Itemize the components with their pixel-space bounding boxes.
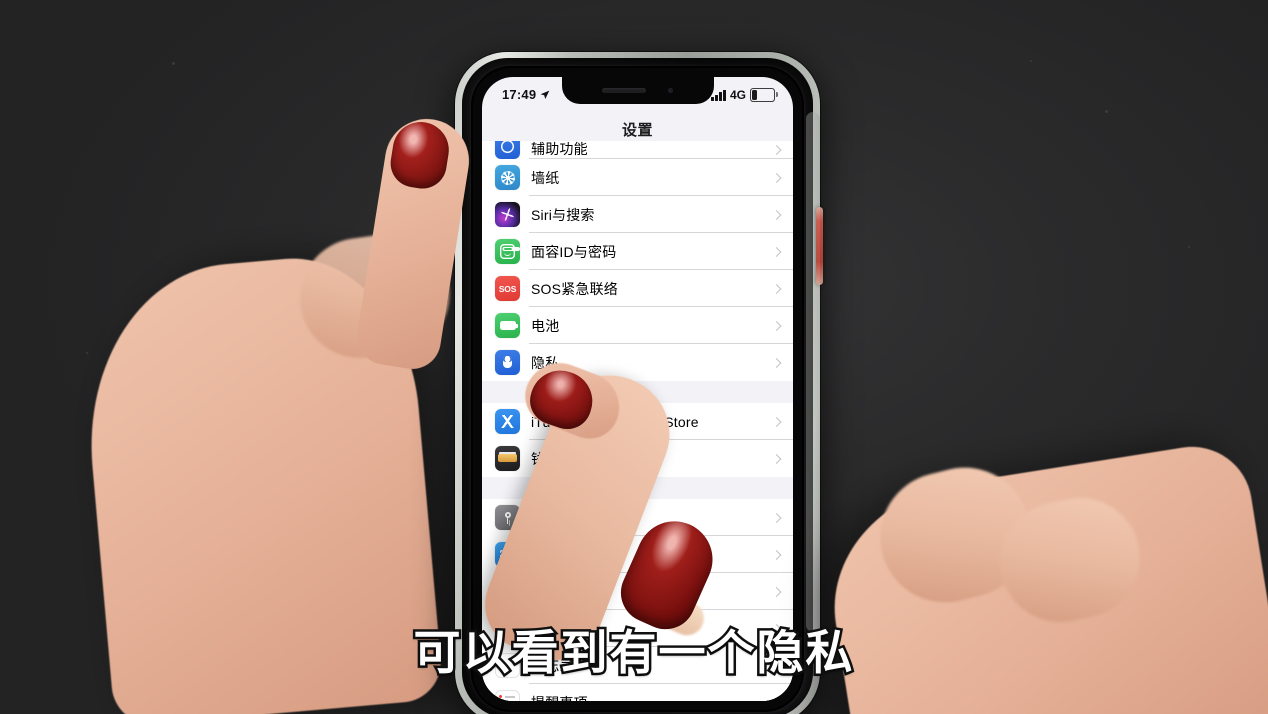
siri-icon [495,202,520,227]
settings-row-label: Siri与搜索 [531,206,595,223]
chevron-right-icon [771,549,782,560]
screenshot-stage: 17:49 4G 设置 辅助功能 墙纸 Siri与搜索 面容ID与密码 SOS … [0,0,1268,714]
sos-icon: SOS [495,276,520,301]
settings-row-label: 辅助功能 [531,141,588,157]
phone-notch [561,77,714,104]
settings-row[interactable]: 墙纸 [482,159,793,196]
settings-row-label: 面容ID与密码 [531,243,617,260]
chevron-right-icon [771,416,782,427]
power-button[interactable] [816,207,823,285]
settings-row[interactable]: 提醒事项 [482,684,793,701]
wallpaper-icon [495,165,520,190]
chevron-right-icon [771,172,782,183]
chevron-right-icon [771,697,782,701]
status-bar-left: 17:49 [502,87,550,102]
settings-row[interactable]: 辅助功能 [482,141,793,159]
settings-row[interactable]: 电池 [482,307,793,344]
case-right-edge [806,112,820,632]
privacy-hand-icon [495,350,520,375]
battery-icon [750,88,778,102]
nav-bar: 设置 [482,117,793,141]
chevron-right-icon [771,586,782,597]
video-subtitle: 可以看到有一个隐私 [411,624,855,682]
chevron-right-icon [771,320,782,331]
chevron-right-icon [771,357,782,368]
settings-row-label: 提醒事项 [531,693,588,702]
earpiece-speaker [602,88,646,93]
battery-settings-icon [495,313,520,338]
chevron-right-icon [771,246,782,257]
settings-row-label: SOS紧急联络 [531,280,618,297]
settings-row[interactable]: SOS SOS紧急联络 [482,270,793,307]
app-store-icon [495,409,520,434]
wallet-icon [495,446,520,471]
clock-time: 17:49 [502,87,537,102]
chevron-right-icon [771,209,782,220]
status-bar-right: 4G [711,88,778,102]
accessibility-icon [495,141,520,159]
list-group: 辅助功能墙纸 Siri与搜索面容ID与密码 SOS SOS紧急联络 电池隐私 [482,141,793,381]
chevron-right-icon [771,512,782,523]
settings-row-label: 电池 [531,317,560,334]
chevron-right-icon [771,453,782,464]
chevron-right-icon [771,145,782,155]
chevron-right-icon [771,283,782,294]
settings-row[interactable]: Siri与搜索 [482,196,793,233]
page-title: 设置 [621,121,653,139]
front-camera-icon [668,88,673,93]
status-bar: 17:49 4G [482,77,793,117]
location-arrow-icon [540,90,550,99]
signal-bars-icon [711,89,726,101]
reminders-icon [495,690,520,701]
settings-row-label: 墙纸 [531,169,560,186]
face-id-icon [495,239,520,264]
settings-row[interactable]: 隐私 [482,344,793,381]
settings-row[interactable]: 面容ID与密码 [482,233,793,270]
network-type-label: 4G [729,88,746,102]
